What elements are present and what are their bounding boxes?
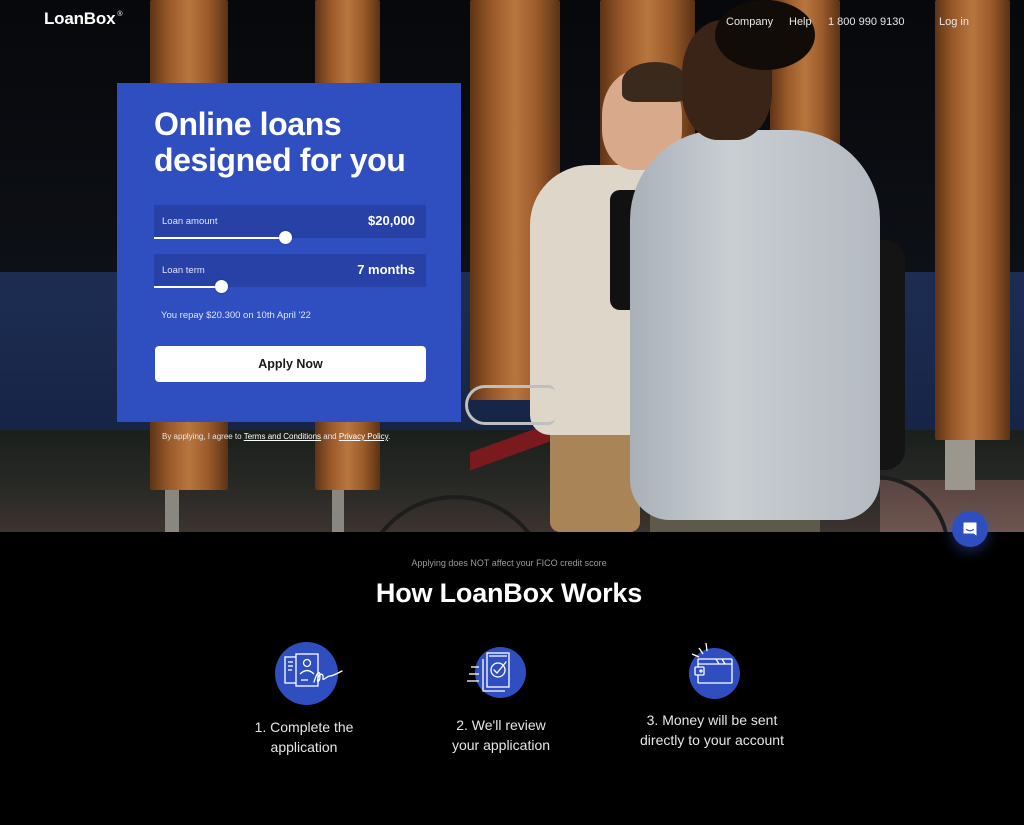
loan-term-slider-fill xyxy=(154,286,221,288)
nav-phone-link[interactable]: 1 800 990 9130 xyxy=(828,16,904,28)
step-label-line: your application xyxy=(451,737,551,753)
person-two-hoodie xyxy=(630,130,880,520)
step-label: 3. Money will be sent directly to your a… xyxy=(602,710,822,750)
loan-calculator-card: Online loans designed for you Loan amoun… xyxy=(117,83,461,422)
loan-amount-label: Loan amount xyxy=(162,216,218,227)
loan-amount-slider[interactable] xyxy=(154,231,426,245)
terms-and-conditions-link[interactable]: Terms and Conditions xyxy=(244,432,321,441)
nav-company-link[interactable]: Company xyxy=(726,16,773,28)
step-label-line: directly to your account xyxy=(640,732,784,748)
person-two-hair xyxy=(715,0,815,70)
loan-term-slider[interactable] xyxy=(154,280,426,294)
step-label: 2. We'll review your application xyxy=(391,715,611,755)
loan-amount-value: $20,000 xyxy=(368,213,415,228)
hero-title: Online loans designed for you xyxy=(154,106,406,178)
top-nav: Company Help 1 800 990 9130 Log in xyxy=(0,16,1024,32)
terms-suffix: . xyxy=(388,432,391,441)
chat-icon xyxy=(963,522,977,536)
wood-pillar xyxy=(935,0,1010,440)
repayment-summary: You repay $20.300 on 10th April '22 xyxy=(161,310,311,321)
loan-term-label: Loan term xyxy=(162,265,205,276)
loan-term-slider-thumb[interactable] xyxy=(214,280,228,293)
terms-middle: and xyxy=(321,432,339,441)
person-one-hair xyxy=(622,62,688,102)
apply-now-button[interactable]: Apply Now xyxy=(155,346,426,382)
privacy-policy-link[interactable]: Privacy Policy xyxy=(339,432,388,441)
person-one-pants xyxy=(550,420,640,532)
bike-handlebar xyxy=(465,385,555,425)
how-it-works-title: How LoanBox Works xyxy=(375,578,643,608)
application-form-icon xyxy=(284,653,343,687)
step-label: 1. Complete the application xyxy=(194,717,414,757)
pillar-post xyxy=(165,490,179,532)
loan-amount-slider-fill xyxy=(154,237,285,239)
step-label-line: 2. We'll review xyxy=(456,717,546,733)
nav-help-link[interactable]: Help xyxy=(789,16,812,28)
step-label-line: 1. Complete the xyxy=(254,719,354,735)
terms-prefix: By applying, I agree to xyxy=(162,432,244,441)
chat-launcher-button[interactable] xyxy=(952,511,988,547)
terms-notice: By applying, I agree to Terms and Condit… xyxy=(162,432,390,441)
fico-notice: Applying does NOT affect your FICO credi… xyxy=(411,558,607,568)
loan-term-value: 7 months xyxy=(357,262,415,277)
document-review-icon xyxy=(467,652,510,692)
step-label-line: application xyxy=(270,739,338,755)
pillar-post xyxy=(332,490,344,532)
loan-amount-slider-thumb[interactable] xyxy=(278,231,292,244)
step-label-line: 3. Money will be sent xyxy=(646,712,778,728)
wallet-icon xyxy=(691,642,733,684)
pillar-post xyxy=(945,440,975,490)
nav-login-link[interactable]: Log in xyxy=(939,16,969,28)
